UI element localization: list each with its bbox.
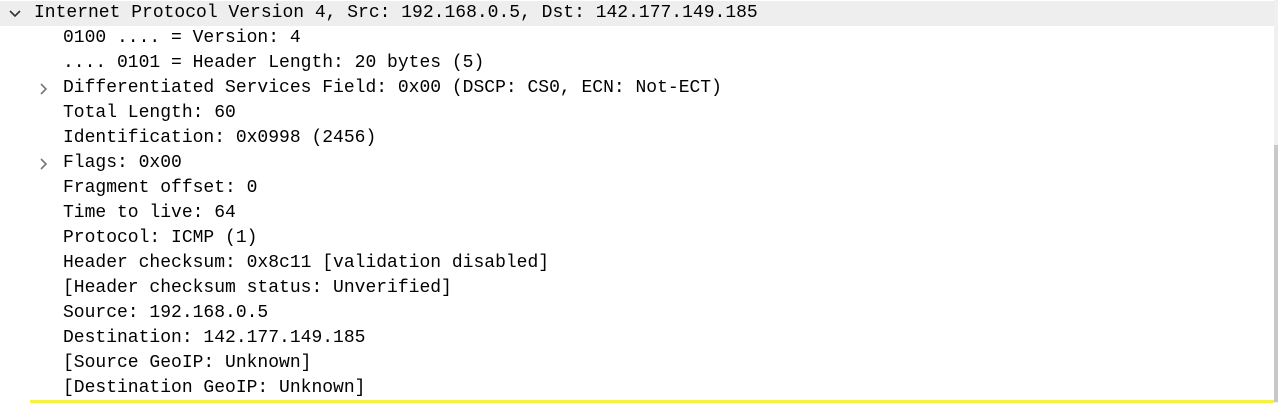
- tree-item[interactable]: Fragment offset: 0: [0, 176, 1274, 201]
- tree-item-label: [Destination GeoIP: Unknown]: [63, 378, 366, 398]
- tree-item[interactable]: Destination: 142.177.149.185: [0, 326, 1274, 351]
- tree-item-label: 0100 .... = Version: 4: [63, 28, 301, 48]
- tree-item[interactable]: Total Length: 60: [0, 101, 1274, 126]
- tree-item[interactable]: .... 0101 = Header Length: 20 bytes (5): [0, 51, 1274, 76]
- tree-item[interactable]: Time to live: 64: [0, 201, 1274, 226]
- tree-item[interactable]: Differentiated Services Field: 0x00 (DSC…: [0, 76, 1274, 101]
- scrollbar-thumb[interactable]: [1274, 145, 1278, 402]
- tree-item-label: Flags: 0x00: [63, 153, 182, 173]
- packet-details-tree: Internet Protocol Version 4, Src: 192.16…: [0, 1, 1274, 401]
- vertical-scrollbar[interactable]: [1274, 0, 1278, 403]
- tree-item-label: Header checksum: 0x8c11 [validation disa…: [63, 253, 550, 273]
- tree-item-label: Total Length: 60: [63, 103, 236, 123]
- tree-item-label: Internet Protocol Version 4, Src: 192.16…: [34, 3, 758, 23]
- tree-item-label: [Source GeoIP: Unknown]: [63, 353, 312, 373]
- tree-item-label: Source: 192.168.0.5: [63, 303, 269, 323]
- tree-item[interactable]: Header checksum: 0x8c11 [validation disa…: [0, 251, 1274, 276]
- tree-item[interactable]: Source: 192.168.0.5: [0, 301, 1274, 326]
- tree-item-label: Fragment offset: 0: [63, 178, 258, 198]
- tree-item-label: .... 0101 = Header Length: 20 bytes (5): [63, 53, 485, 73]
- tree-item-label: Time to live: 64: [63, 203, 236, 223]
- tree-item[interactable]: Flags: 0x00: [0, 151, 1274, 176]
- tree-item[interactable]: Protocol: ICMP (1): [0, 226, 1274, 251]
- chevron-down-icon[interactable]: [8, 1, 22, 26]
- tree-item-label: Destination: 142.177.149.185: [63, 328, 366, 348]
- tree-item-label: Differentiated Services Field: 0x00 (DSC…: [63, 78, 722, 98]
- tree-item[interactable]: Identification: 0x0998 (2456): [0, 126, 1274, 151]
- tree-item[interactable]: 0100 .... = Version: 4: [0, 26, 1274, 51]
- tree-item[interactable]: [Header checksum status: Unverified]: [0, 276, 1274, 301]
- chevron-right-icon[interactable]: [37, 76, 51, 101]
- tree-item[interactable]: [Source GeoIP: Unknown]: [0, 351, 1274, 376]
- tree-item-label: [Header checksum status: Unverified]: [63, 278, 452, 298]
- tree-item-ipv4[interactable]: Internet Protocol Version 4, Src: 192.16…: [0, 1, 1274, 26]
- chevron-right-icon[interactable]: [37, 151, 51, 176]
- tree-item-label: Identification: 0x0998 (2456): [63, 128, 377, 148]
- tree-item-label: Protocol: ICMP (1): [63, 228, 258, 248]
- tree-item[interactable]: [Destination GeoIP: Unknown]: [0, 376, 1274, 401]
